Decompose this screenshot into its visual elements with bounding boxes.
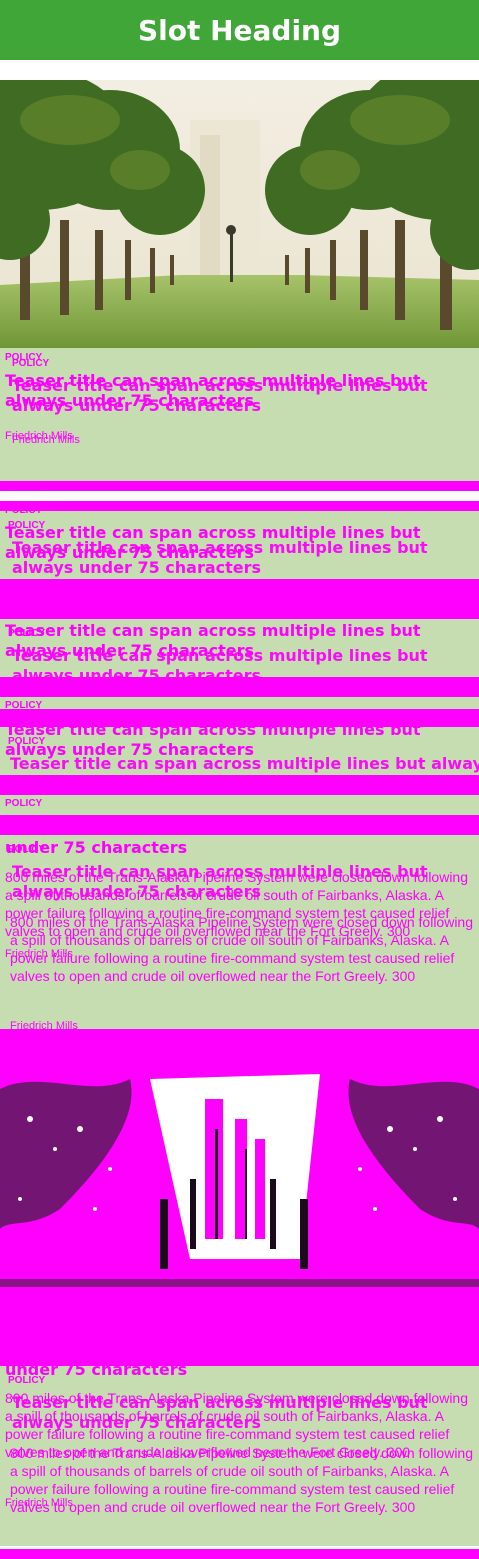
teaser-category: POLICY [5,798,43,809]
placeholder-strip [0,481,479,491]
teaser-title-line2[interactable]: under 75 characters [5,838,465,858]
second-image[interactable] [0,1029,479,1366]
hero-image[interactable] [0,80,479,348]
placeholder-strip [0,775,479,795]
teaser-title-shadow: Teaser title can span across multiple li… [12,1393,428,1432]
slot-heading: Slot Heading [137,13,342,47]
placeholder-block [0,579,479,619]
teaser-author-shadow: Friedrich Mills [12,434,80,446]
teaser-title-shadow: Teaser title can span across multiple li… [12,538,428,577]
teaser-body-shadow: 800 miles of the Trans-Alaska Pipeline S… [10,914,474,984]
teaser-category: POLICY [5,505,43,516]
teaser-category-shadow: POLICY [8,736,46,747]
slot-heading-bar: Slot Heading [0,0,479,60]
palm-avenue-image-posterized [0,1029,479,1366]
teaser-title-line2[interactable]: under 75 characters [5,1360,465,1380]
teaser-author: Friedrich Mills [5,948,73,960]
palm-avenue-image [0,80,479,348]
teaser-author: Friedrich Mills [5,1497,73,1509]
teaser-category-shadow: POLICY [12,358,50,369]
placeholder-strip [0,677,479,697]
teaser-category-shadow: POLICY [8,844,46,855]
teaser-category-shadow: POLICY [8,1375,46,1386]
teaser-card-4[interactable] [0,697,479,709]
teaser-title-shadow: Teaser title can span across multiple li… [10,754,479,773]
teaser-body-shadow: 800 miles of the Trans-Alaska Pipeline S… [10,1445,474,1515]
teaser-category: POLICY [8,628,46,639]
placeholder-strip [0,1549,479,1559]
teaser-card-6[interactable] [0,795,479,815]
teaser-title-shadow: Teaser title can span across multiple li… [12,376,428,415]
placeholder-strip [0,815,479,835]
placeholder-strip [0,501,479,511]
